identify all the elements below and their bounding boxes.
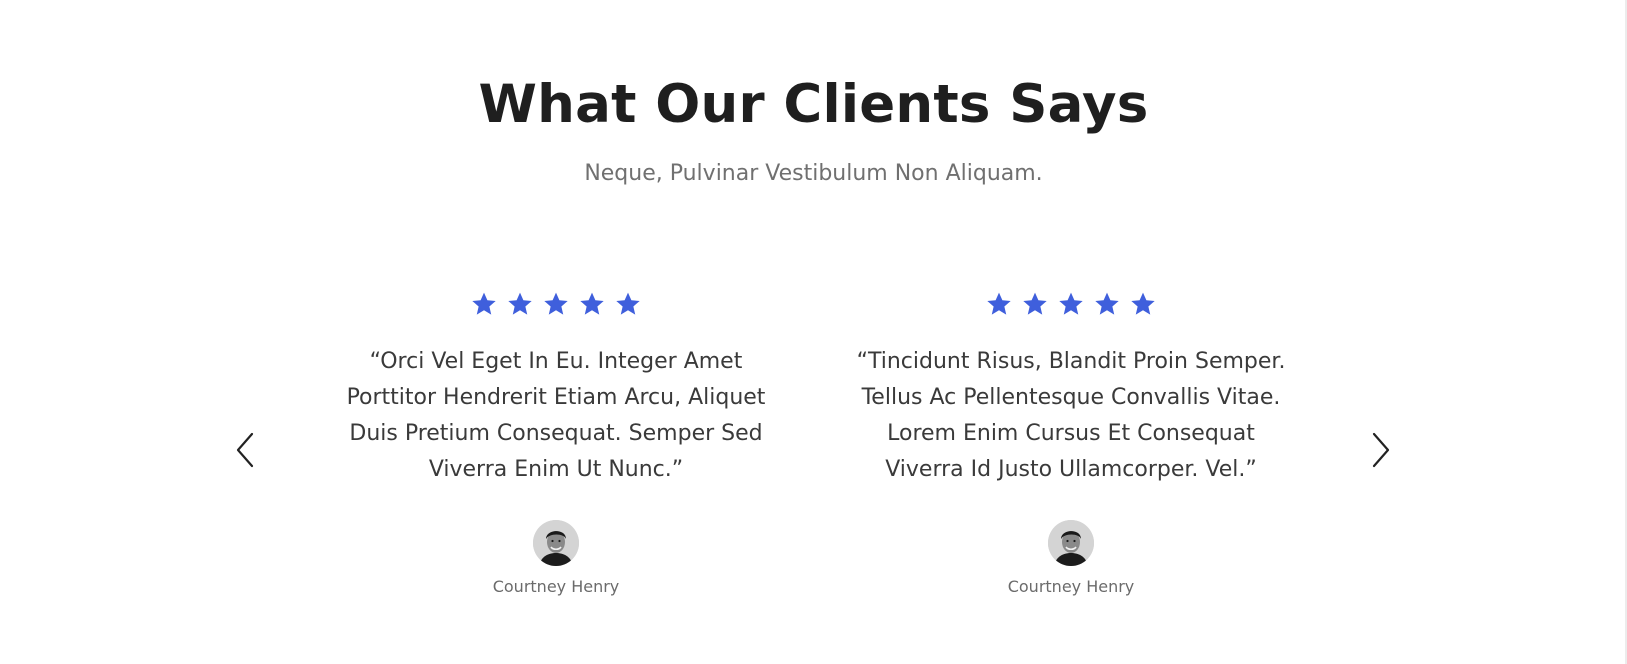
testimonial-card: “Orci Vel Eget In Eu. Integer Amet Portt… xyxy=(336,290,776,596)
user-avatar xyxy=(1048,520,1094,566)
star-icon xyxy=(1023,292,1047,315)
star-icon xyxy=(987,292,1011,315)
testimonial-card: “Tincidunt Risus, Blandit Proin Semper. … xyxy=(851,290,1291,596)
user-avatar xyxy=(533,520,579,566)
testimonial-quote: “Tincidunt Risus, Blandit Proin Semper. … xyxy=(856,349,1286,482)
star-icon xyxy=(472,292,496,315)
star-icon xyxy=(1131,292,1155,315)
testimonial-quote: “Orci Vel Eget In Eu. Integer Amet Portt… xyxy=(346,349,766,482)
rating-stars xyxy=(851,290,1291,330)
star-icon xyxy=(508,292,532,315)
testimonial-author: Courtney Henry xyxy=(492,577,620,596)
chevron-left-icon xyxy=(236,432,254,468)
star-icon xyxy=(544,292,568,315)
star-icon xyxy=(1095,292,1119,315)
testimonial-author: Courtney Henry xyxy=(1007,577,1135,596)
testimonials-section: What Our Clients Says Neque, Pulvinar Ve… xyxy=(0,0,1627,664)
section-title: What Our Clients Says xyxy=(478,74,1149,135)
star-icon xyxy=(580,292,604,315)
rating-stars xyxy=(336,290,776,330)
carousel-next-button[interactable] xyxy=(1365,428,1395,472)
star-icon xyxy=(1059,292,1083,315)
carousel-prev-button[interactable] xyxy=(231,428,261,472)
chevron-right-icon xyxy=(1372,432,1390,468)
star-icon xyxy=(616,292,640,315)
section-subtitle: Neque, Pulvinar Vestibulum Non Aliquam. xyxy=(584,161,1043,186)
